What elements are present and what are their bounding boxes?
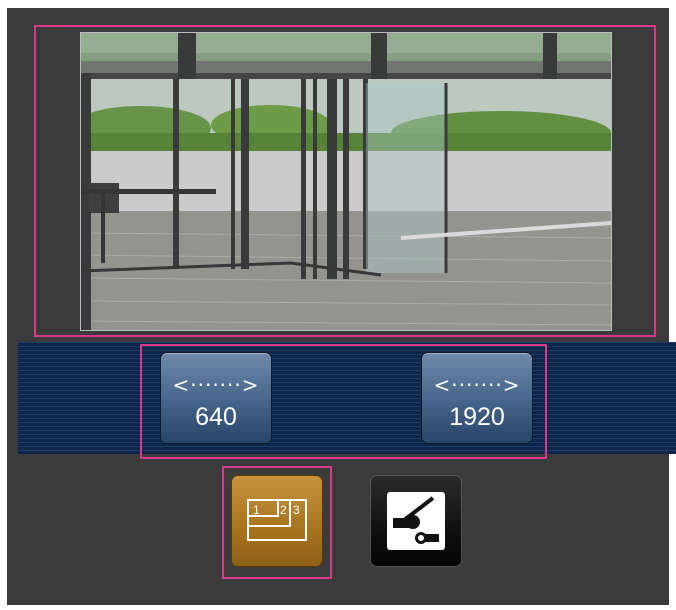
resolution-1920-label: 1920	[449, 403, 505, 431]
resolution-640-label: 640	[195, 403, 237, 431]
multi-screen-label-2: 2	[280, 503, 287, 517]
resolution-640-button[interactable]: <·······> 640	[160, 352, 272, 444]
multi-screen-button[interactable]: 1 2 3	[231, 475, 323, 567]
camera-live-image[interactable]	[80, 32, 612, 331]
multi-screen-icon: 1 2 3	[247, 499, 307, 541]
resize-arrow-icon: <·······>	[433, 373, 521, 397]
setup-button[interactable]	[370, 475, 462, 567]
setup-slider-icon	[387, 492, 445, 550]
multi-screen-label-3: 3	[293, 503, 300, 517]
camera-scene	[81, 33, 611, 330]
resize-arrow-icon: <·······>	[172, 373, 260, 397]
resolution-1920-button[interactable]: <·······> 1920	[421, 352, 533, 444]
multi-screen-label-1: 1	[253, 503, 260, 517]
